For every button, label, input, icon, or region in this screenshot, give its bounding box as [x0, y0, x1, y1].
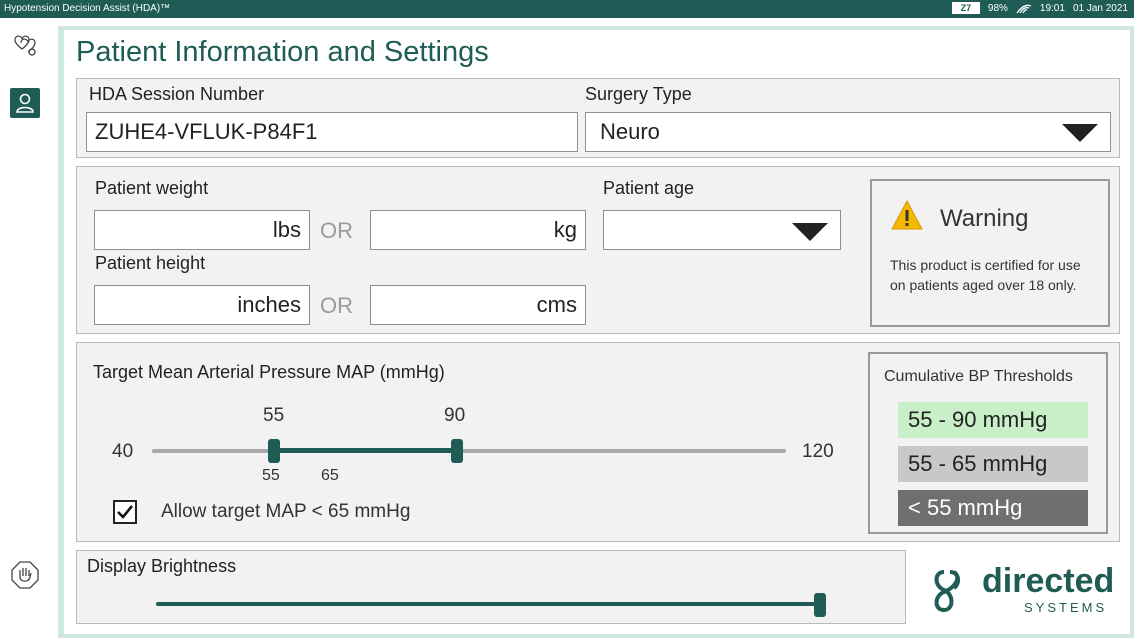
bp-thresholds-box: Cumulative BP Thresholds 55 - 90 mmHg 55…: [868, 352, 1108, 534]
logo-word: directed: [982, 562, 1115, 600]
battery-icon: Z7: [951, 2, 980, 14]
slider-min-label: 40: [112, 441, 134, 462]
age-select[interactable]: [603, 210, 841, 250]
user-icon: [16, 93, 34, 113]
or-text-weight: OR: [320, 218, 353, 243]
battery-level: 98%: [987, 2, 1008, 14]
stop-hand-button[interactable]: [10, 560, 40, 590]
directed-systems-logo: directed SYSTEMS: [930, 560, 1114, 620]
brightness-label: Display Brightness: [87, 556, 237, 576]
age-label: Patient age: [603, 178, 695, 198]
height-inches-input[interactable]: inches: [94, 285, 310, 325]
surgery-type-value: Neuro: [600, 119, 660, 144]
chevron-down-icon: [792, 223, 828, 241]
weight-lbs-input[interactable]: lbs: [94, 210, 310, 250]
below-high-tick: 65: [321, 467, 339, 484]
hand-octagon-icon: [11, 561, 39, 589]
map-lower-thumb[interactable]: [268, 439, 280, 463]
allow-map-checkbox[interactable]: [113, 500, 137, 524]
warning-box: Warning This product is certified for us…: [870, 179, 1110, 327]
logo-sub: SYSTEMS: [1024, 600, 1108, 615]
session-number-field[interactable]: ZUHE4-VFLUK-P84F1: [86, 112, 578, 152]
below-low-tick: 55: [262, 467, 280, 484]
clock-time: 19:01: [1039, 2, 1065, 14]
chevron-down-icon: [1062, 124, 1098, 142]
session-label: HDA Session Number: [89, 84, 265, 104]
heart-monitor-button[interactable]: [10, 30, 40, 60]
slider-max-label: 120: [802, 441, 834, 462]
height-label: Patient height: [95, 253, 206, 273]
check-icon: [117, 505, 134, 519]
target-map-label: Target Mean Arterial Pressure MAP (mmHg): [93, 362, 445, 382]
warning-title: Warning: [940, 205, 1029, 232]
weight-kg-input[interactable]: kg: [370, 210, 586, 250]
threshold-row: < 55 mmHg: [898, 490, 1088, 526]
lower-thumb-value: 55: [263, 405, 285, 426]
threshold-row: 55 - 65 mmHg: [898, 446, 1088, 482]
warning-icon: [891, 199, 923, 230]
allow-map-label: Allow target MAP < 65 mmHg: [161, 501, 411, 522]
lbs-unit: lbs: [272, 217, 301, 242]
status-bar: Hypotension Decision Assist (HDA)™ Z7 98…: [0, 0, 1134, 18]
hearts-stethoscope-icon: [14, 35, 36, 56]
patient-info-button[interactable]: [10, 88, 40, 118]
app-title: Hypotension Decision Assist (HDA)™: [4, 3, 171, 14]
surgery-type-select[interactable]: Neuro: [585, 112, 1111, 152]
cms-unit: cms: [536, 292, 577, 317]
or-text-height: OR: [320, 293, 353, 318]
map-slider-track[interactable]: [152, 449, 786, 453]
session-number-value: ZUHE4-VFLUK-P84F1: [95, 119, 318, 144]
surgery-type-label: Surgery Type: [585, 84, 692, 104]
map-upper-thumb[interactable]: [451, 439, 463, 463]
brightness-thumb[interactable]: [814, 593, 826, 617]
sidebar: [0, 18, 58, 638]
map-slider-range: [274, 448, 457, 453]
bp-thresholds-title: Cumulative BP Thresholds: [884, 368, 1073, 385]
kg-unit: kg: [553, 217, 577, 242]
upper-thumb-value: 90: [444, 405, 466, 426]
warning-text: This product is certified for use on pat…: [890, 257, 1081, 293]
threshold-row: 55 - 90 mmHg: [898, 402, 1088, 438]
height-cms-input[interactable]: cms: [370, 285, 586, 325]
wifi-icon: [1016, 4, 1032, 14]
brightness-slider[interactable]: [156, 602, 820, 606]
inches-unit: inches: [237, 292, 301, 317]
page-title: Patient Information and Settings: [76, 36, 489, 68]
logo-mark-icon: [934, 570, 961, 613]
clock-date: 01 Jan 2021: [1072, 2, 1128, 14]
weight-label: Patient weight: [95, 178, 209, 198]
status-right: Z7 98% 19:01 01 Jan 2021: [951, 2, 1128, 14]
